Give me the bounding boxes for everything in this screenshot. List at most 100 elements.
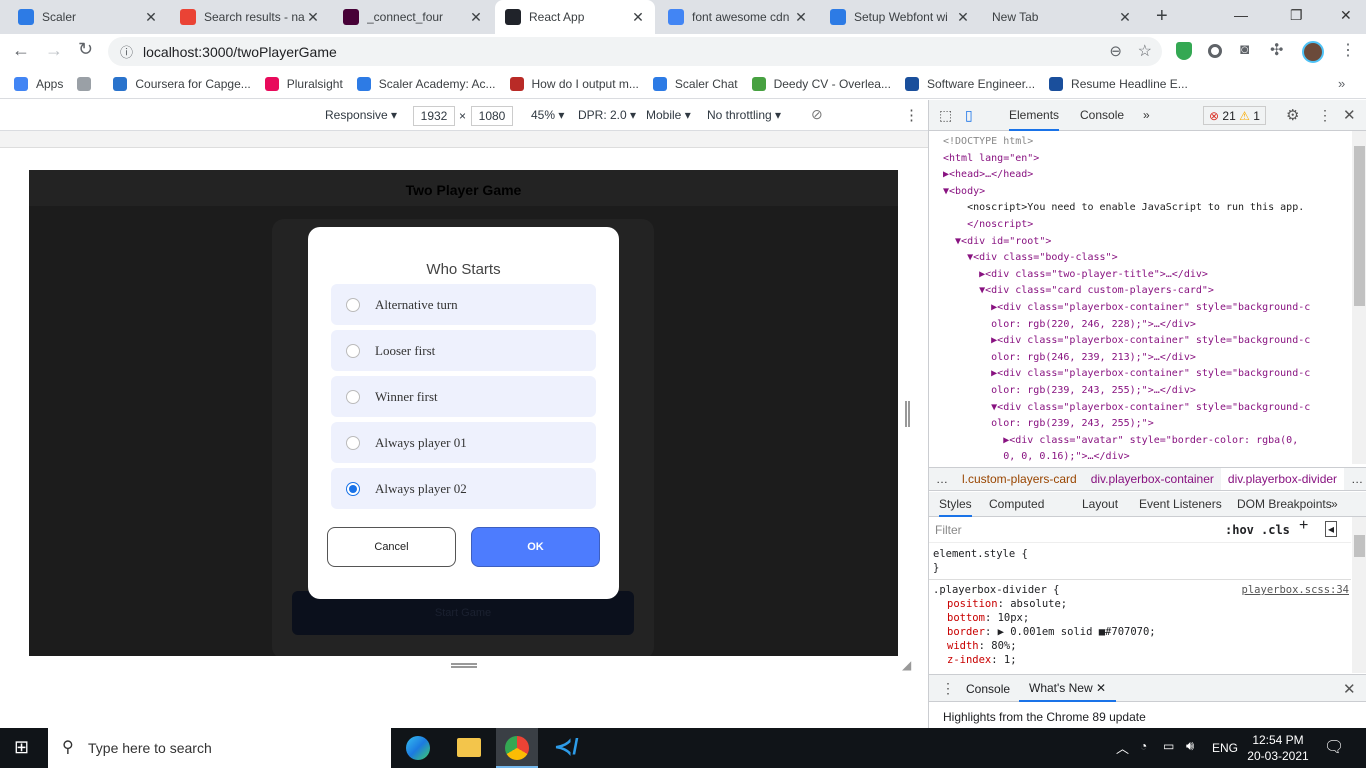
bookmark[interactable]: Scaler Chat xyxy=(652,76,738,91)
browser-tab[interactable]: _connect_four ✕ xyxy=(333,0,493,34)
css-property[interactable]: z-index: 1; xyxy=(933,653,1347,667)
radio-option[interactable]: Alternative turn xyxy=(331,284,596,325)
more-tabs-icon[interactable]: » xyxy=(1143,100,1150,131)
breadcrumb-item[interactable]: l.custom-players-card xyxy=(955,468,1084,490)
close-tab-icon[interactable]: ✕ xyxy=(794,9,808,26)
radio-option[interactable]: Winner first xyxy=(331,376,596,417)
styles-tab[interactable]: DOM Breakpoints xyxy=(1237,492,1332,517)
dpr-select[interactable]: DPR: 2.0 ▾ xyxy=(578,108,636,122)
breadcrumb-item[interactable]: div.playerbox-divider xyxy=(1220,468,1345,490)
css-property[interactable]: position: absolute; xyxy=(933,597,1347,611)
star-icon[interactable]: ☆ xyxy=(1138,41,1152,61)
reload-icon[interactable]: ↻ xyxy=(78,39,93,60)
url-text[interactable]: localhost:3000/twoPlayerGame xyxy=(143,44,337,60)
close-drawer-icon[interactable]: ✕ xyxy=(1343,680,1356,698)
sidebar-toggle-icon[interactable]: ◂ xyxy=(1325,521,1338,537)
styles-tab[interactable]: Event Listeners xyxy=(1139,492,1222,517)
breadcrumb-item[interactable]: … xyxy=(929,468,955,490)
omnibox[interactable]: ⓘ localhost:3000/twoPlayerGame ⊖ ☆ xyxy=(108,37,1162,66)
browser-tab[interactable]: React App ✕ xyxy=(495,0,655,34)
settings-icon[interactable]: ⚙ xyxy=(1286,100,1299,131)
device-toggle-icon[interactable]: ▯ xyxy=(965,100,973,131)
dom-node-line[interactable]: ▼<div class="playerbox-container" style=… xyxy=(943,400,1351,417)
drawer-tab-console[interactable]: Console xyxy=(966,682,1010,696)
resize-handle-right[interactable] xyxy=(905,401,910,427)
bookmark[interactable]: Apps xyxy=(14,76,63,91)
close-tab-icon[interactable]: ✕ xyxy=(956,9,970,26)
close-devtools-icon[interactable]: ✕ xyxy=(1343,100,1356,131)
close-tab-icon[interactable]: ✕ xyxy=(306,9,320,26)
hov-toggle[interactable]: :hov xyxy=(1225,523,1254,537)
dom-node-line[interactable]: ▶<div class="two-player-title">…</div> xyxy=(943,267,1351,284)
dom-node-line[interactable]: ▶<div class="playerbox-container" style=… xyxy=(943,333,1351,350)
dom-tree[interactable]: <!DOCTYPE html> <html lang="en"> ▶<head>…<… xyxy=(929,131,1351,464)
css-property[interactable]: border: ▶ 0.001em solid ■#707070; xyxy=(933,625,1347,639)
zoom-icon[interactable]: ⊖ xyxy=(1109,42,1122,60)
browser-tab[interactable]: Setup Webfont wi ✕ xyxy=(820,0,980,34)
css-property[interactable]: width: 80%; xyxy=(933,639,1347,653)
browser-tab[interactable]: Scaler ✕ xyxy=(8,0,168,34)
dom-node-line[interactable]: ▼<div id="root"> xyxy=(943,234,1351,251)
styles-tab[interactable]: Styles xyxy=(939,492,972,517)
new-rule-icon[interactable]: + xyxy=(1299,518,1308,534)
close-window-icon[interactable]: ✕ xyxy=(1340,7,1352,24)
dom-node-line[interactable]: ▶<div class="playerbox-container" style=… xyxy=(943,300,1351,317)
height-input[interactable]: 1080 xyxy=(471,106,513,126)
width-input[interactable]: 1932 xyxy=(413,106,455,126)
close-tab-icon[interactable]: ✕ xyxy=(1118,9,1132,26)
browser-tab[interactable]: Search results - na ✕ xyxy=(170,0,330,34)
dom-node-line[interactable]: ▼<div class="body-class"> xyxy=(943,250,1351,267)
bookmark[interactable]: Coursera for Capge... xyxy=(113,76,251,91)
throttle-select[interactable]: No throttling ▾ xyxy=(707,108,781,122)
dom-node-line[interactable]: 0, 0, 0.16);">…</div> xyxy=(943,449,1351,464)
ok-button[interactable]: OK xyxy=(471,527,600,567)
bookmark[interactable]: Deedy CV - Overlea... xyxy=(751,76,891,91)
filter-input[interactable]: Filter xyxy=(931,519,1213,539)
radio-option[interactable]: Always player 02 xyxy=(331,468,596,509)
taskbar-search-input[interactable]: ⚲ Type here to search xyxy=(48,728,391,768)
extensions-icon[interactable]: ✣ xyxy=(1270,40,1283,60)
radio-button[interactable] xyxy=(346,389,360,404)
tab-elements[interactable]: Elements xyxy=(1009,100,1060,131)
rotate-icon[interactable]: ⊘ xyxy=(811,106,823,123)
device-mode-select[interactable]: Responsive ▾ xyxy=(325,108,397,122)
element-style-selector[interactable]: element.style { xyxy=(933,547,1347,561)
breadcrumb-item[interactable]: … xyxy=(1344,468,1366,490)
drawer-tab-whats-new[interactable]: What's New ✕ xyxy=(1019,675,1117,702)
dom-node-line[interactable]: <noscript>You need to enable JavaScript … xyxy=(943,200,1351,217)
avatar[interactable] xyxy=(1302,41,1324,63)
resize-corner-icon[interactable]: ◢ xyxy=(902,658,911,672)
browser-tab[interactable]: font awesome cdn ✕ xyxy=(658,0,818,34)
radio-option[interactable]: Always player 01 xyxy=(331,422,596,463)
styles-tab[interactable]: Layout xyxy=(1082,492,1118,517)
tray-chevron-icon[interactable]: ︿ xyxy=(1116,738,1129,757)
dom-node-line[interactable]: ▼<div class="card custom-players-card"> xyxy=(943,283,1351,300)
forward-icon[interactable]: → xyxy=(45,40,63,61)
bookmark[interactable] xyxy=(77,76,99,91)
issues-counter[interactable]: ⊗ 21 ⚠ 1 xyxy=(1203,106,1266,125)
chrome-taskbar-button[interactable] xyxy=(496,728,538,768)
dom-node-line[interactable]: ▶<head>…</head> xyxy=(943,167,1351,184)
tab-console[interactable]: Console xyxy=(1080,100,1124,131)
extension-circle-icon[interactable] xyxy=(1208,44,1222,58)
close-tab-icon[interactable]: ✕ xyxy=(469,9,483,26)
close-tab-icon[interactable]: ✕ xyxy=(631,9,645,26)
notifications-icon[interactable]: 🗨︎ xyxy=(1324,737,1344,757)
dom-node-line[interactable]: ▶<div class="avatar" style="border-color… xyxy=(943,433,1351,450)
inspect-icon[interactable]: ⬚ xyxy=(939,100,952,131)
bookmark[interactable]: Pluralsight xyxy=(264,76,343,91)
breadcrumb-item[interactable]: div.playerbox-container xyxy=(1084,468,1221,490)
dom-node-line[interactable]: ▼<body> xyxy=(943,184,1351,201)
devtools-menu-icon[interactable]: ⋮ xyxy=(1318,100,1332,131)
language-indicator[interactable]: ENG xyxy=(1212,741,1238,755)
minimize-icon[interactable]: — xyxy=(1234,7,1248,23)
clock-date[interactable]: 20-03-2021 xyxy=(1246,749,1310,763)
bookmark[interactable]: How do I output m... xyxy=(509,76,639,91)
radio-button[interactable] xyxy=(346,435,360,450)
zoom-select[interactable]: 45% ▾ xyxy=(531,108,564,122)
clock-time[interactable]: 12:54 PM xyxy=(1248,733,1308,747)
close-tab-icon[interactable]: ✕ xyxy=(144,9,158,26)
file-explorer-icon[interactable] xyxy=(457,738,481,757)
radio-button[interactable] xyxy=(346,481,360,496)
new-tab-icon[interactable]: + xyxy=(1156,5,1168,28)
